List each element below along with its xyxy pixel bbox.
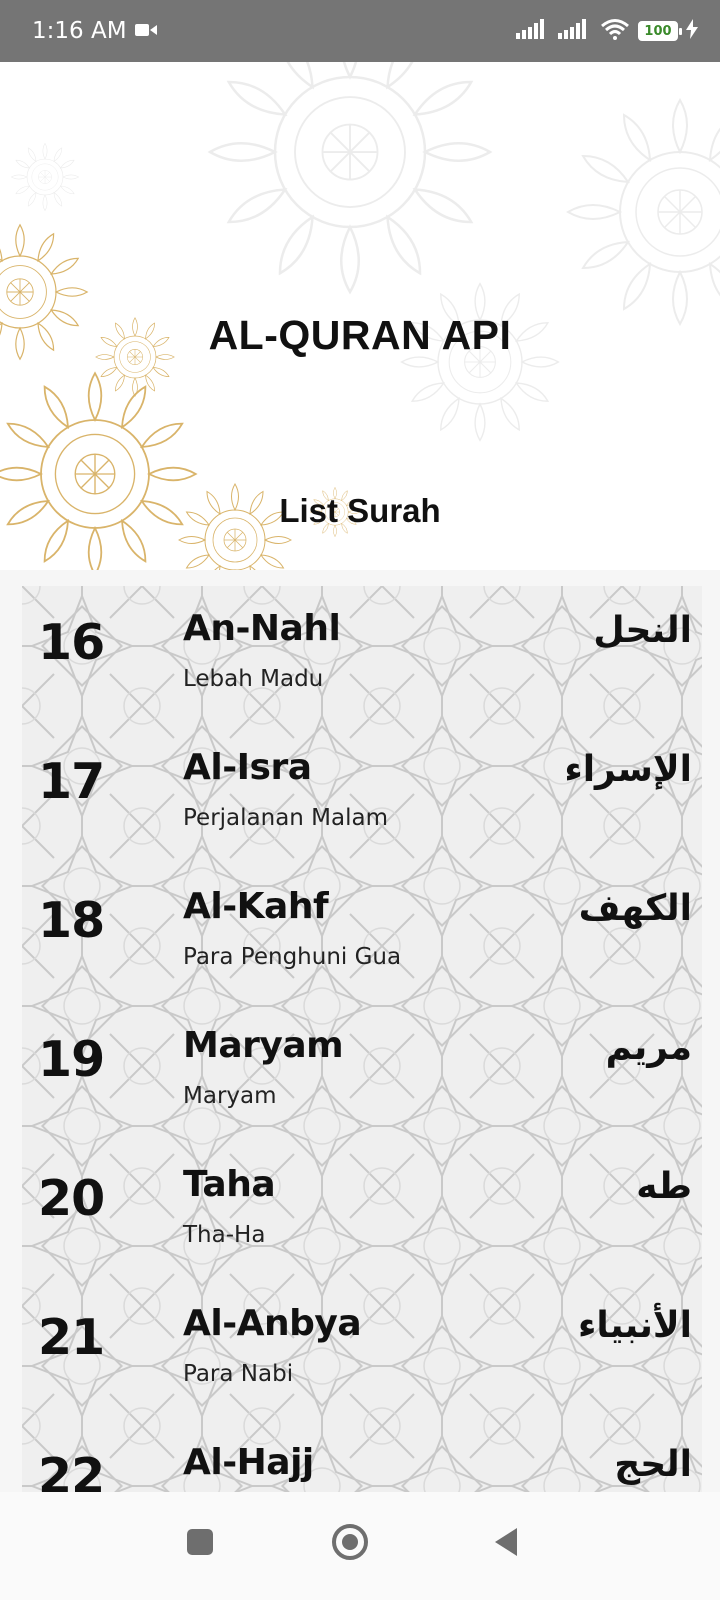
- surah-name: Taha: [183, 1164, 276, 1205]
- list-item[interactable]: 18 Al-Kahf Para Penghuni Gua الكهف: [22, 864, 702, 1004]
- list-item[interactable]: 20 Taha Tha-Ha طه: [22, 1142, 702, 1282]
- surah-list[interactable]: 16 An-Nahl Lebah Madu النحل 17 Al-Isra P…: [22, 586, 702, 1492]
- surah-arabic-name: الكهف: [578, 888, 692, 929]
- surah-arabic-name: الأنبياء: [578, 1305, 692, 1346]
- surah-name: An-Nahl: [183, 608, 341, 649]
- surah-number: 16: [38, 614, 105, 671]
- battery-level: 100: [644, 23, 672, 39]
- home-button[interactable]: [330, 1522, 370, 1562]
- surah-number: 19: [38, 1031, 105, 1088]
- wifi-icon: [600, 18, 630, 44]
- surah-number: 17: [38, 753, 105, 810]
- list-item[interactable]: 16 An-Nahl Lebah Madu النحل: [22, 586, 702, 726]
- surah-meaning: Para Penghuni Gua: [183, 944, 402, 970]
- list-heading: List Surah: [279, 492, 441, 529]
- back-icon: [495, 1528, 517, 1556]
- surah-arabic-name: النحل: [593, 610, 692, 651]
- surah-arabic-name: مريم: [605, 1027, 692, 1068]
- surah-meaning: Tha-Ha: [183, 1222, 266, 1248]
- back-button[interactable]: [486, 1522, 526, 1562]
- surah-meaning: Maryam: [183, 1083, 277, 1109]
- surah-name: Al-Anbya: [183, 1303, 362, 1344]
- surah-name: Al-Isra: [183, 747, 312, 788]
- recents-icon: [187, 1529, 213, 1555]
- charging-icon: [686, 19, 698, 43]
- header: AL-QURAN API List Surah: [0, 62, 720, 570]
- status-left: 1:16 AM: [32, 18, 157, 44]
- app-title: AL-QURAN API: [208, 312, 512, 358]
- list-item[interactable]: 22 Al-Hajj الحج: [22, 1420, 702, 1492]
- surah-meaning: Lebah Madu: [183, 666, 324, 692]
- home-icon: [332, 1524, 368, 1560]
- signal-icon: [558, 19, 592, 43]
- surah-meaning: Perjalanan Malam: [183, 805, 389, 831]
- list-item[interactable]: 21 Al-Anbya Para Nabi الأنبياء: [22, 1281, 702, 1421]
- surah-arabic-name: الحج: [614, 1444, 692, 1485]
- status-right: 100: [516, 18, 698, 44]
- status-time: 1:16 AM: [32, 18, 127, 44]
- surah-number: 22: [38, 1448, 105, 1492]
- recents-button[interactable]: [180, 1522, 220, 1562]
- surah-number: 20: [38, 1170, 105, 1227]
- status-bar: 1:16 AM 100: [0, 0, 720, 62]
- list-item[interactable]: 17 Al-Isra Perjalanan Malam الإسراء: [22, 725, 702, 865]
- surah-number: 18: [38, 892, 105, 949]
- video-icon: [134, 18, 157, 44]
- surah-meaning: Para Nabi: [183, 1361, 294, 1387]
- surah-number: 21: [38, 1309, 105, 1366]
- list-item[interactable]: 19 Maryam Maryam مريم: [22, 1003, 702, 1143]
- battery-icon: 100: [638, 21, 682, 41]
- navigation-bar: [0, 1492, 720, 1600]
- surah-list-area: 16 An-Nahl Lebah Madu النحل 17 Al-Isra P…: [0, 570, 720, 1492]
- surah-name: Al-Kahf: [183, 886, 329, 927]
- surah-name: Al-Hajj: [183, 1442, 314, 1483]
- surah-arabic-name: طه: [636, 1166, 692, 1207]
- signal-icon: [516, 19, 550, 43]
- surah-name: Maryam: [183, 1025, 344, 1066]
- surah-arabic-name: الإسراء: [564, 749, 692, 790]
